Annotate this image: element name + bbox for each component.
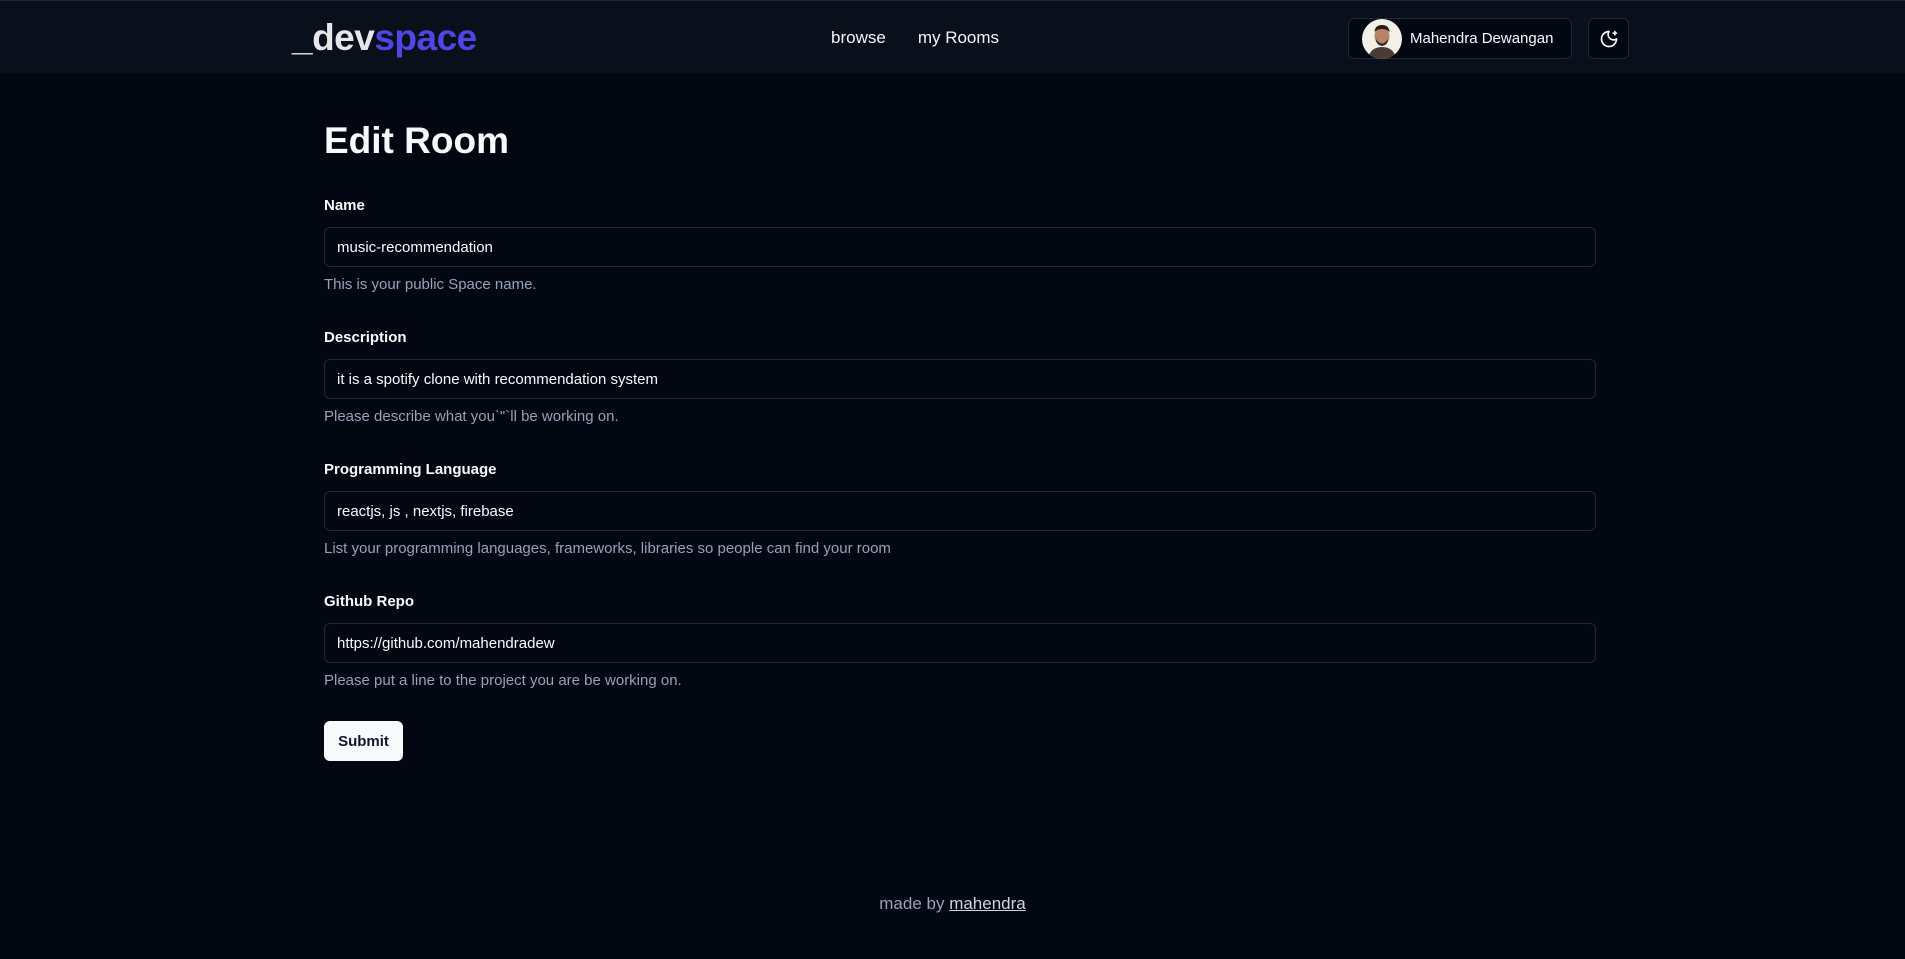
language-label: Programming Language [324,461,497,478]
github-label: Github Repo [324,593,414,610]
moon-icon [1600,30,1617,47]
submit-button[interactable]: Submit [324,721,403,761]
page-title: Edit Room [324,120,509,161]
description-input[interactable] [324,359,1596,399]
github-field-group: Github Repo Please put a line to the pro… [324,593,1596,690]
footer-prefix: made by [879,894,945,913]
theme-toggle-button[interactable] [1588,18,1629,59]
name-input[interactable] [324,227,1596,267]
footer: made by mahendra [0,894,1905,914]
description-field-group: Description Please describe what you`"`l… [324,329,1596,426]
logo-suffix: space [374,17,477,58]
nav-link-browse[interactable]: browse [831,27,886,49]
name-label: Name [324,197,365,214]
nav-link-my-rooms[interactable]: my Rooms [918,27,999,49]
avatar [1362,18,1402,59]
footer-author-link[interactable]: mahendra [949,894,1026,913]
main-nav: browse my Rooms [831,27,999,49]
description-hint: Please describe what you`"`ll be working… [324,408,619,425]
name-hint: This is your public Space name. [324,276,537,293]
name-field-group: Name This is your public Space name. [324,197,1596,294]
app-logo[interactable]: _devspace [292,16,477,60]
logo-prefix: _dev [292,17,375,58]
language-hint: List your programming languages, framewo… [324,540,891,557]
user-menu-button[interactable]: Mahendra Dewangan [1348,18,1572,59]
description-label: Description [324,329,407,346]
language-input[interactable] [324,491,1596,531]
user-name: Mahendra Dewangan [1410,30,1554,47]
avatar-photo-icon [1362,18,1402,59]
github-hint: Please put a line to the project you are… [324,672,682,689]
top-navbar: _devspace browse my Rooms Mahendra Dewan… [0,0,1905,73]
language-field-group: Programming Language List your programmi… [324,461,1596,558]
github-input[interactable] [324,623,1596,663]
